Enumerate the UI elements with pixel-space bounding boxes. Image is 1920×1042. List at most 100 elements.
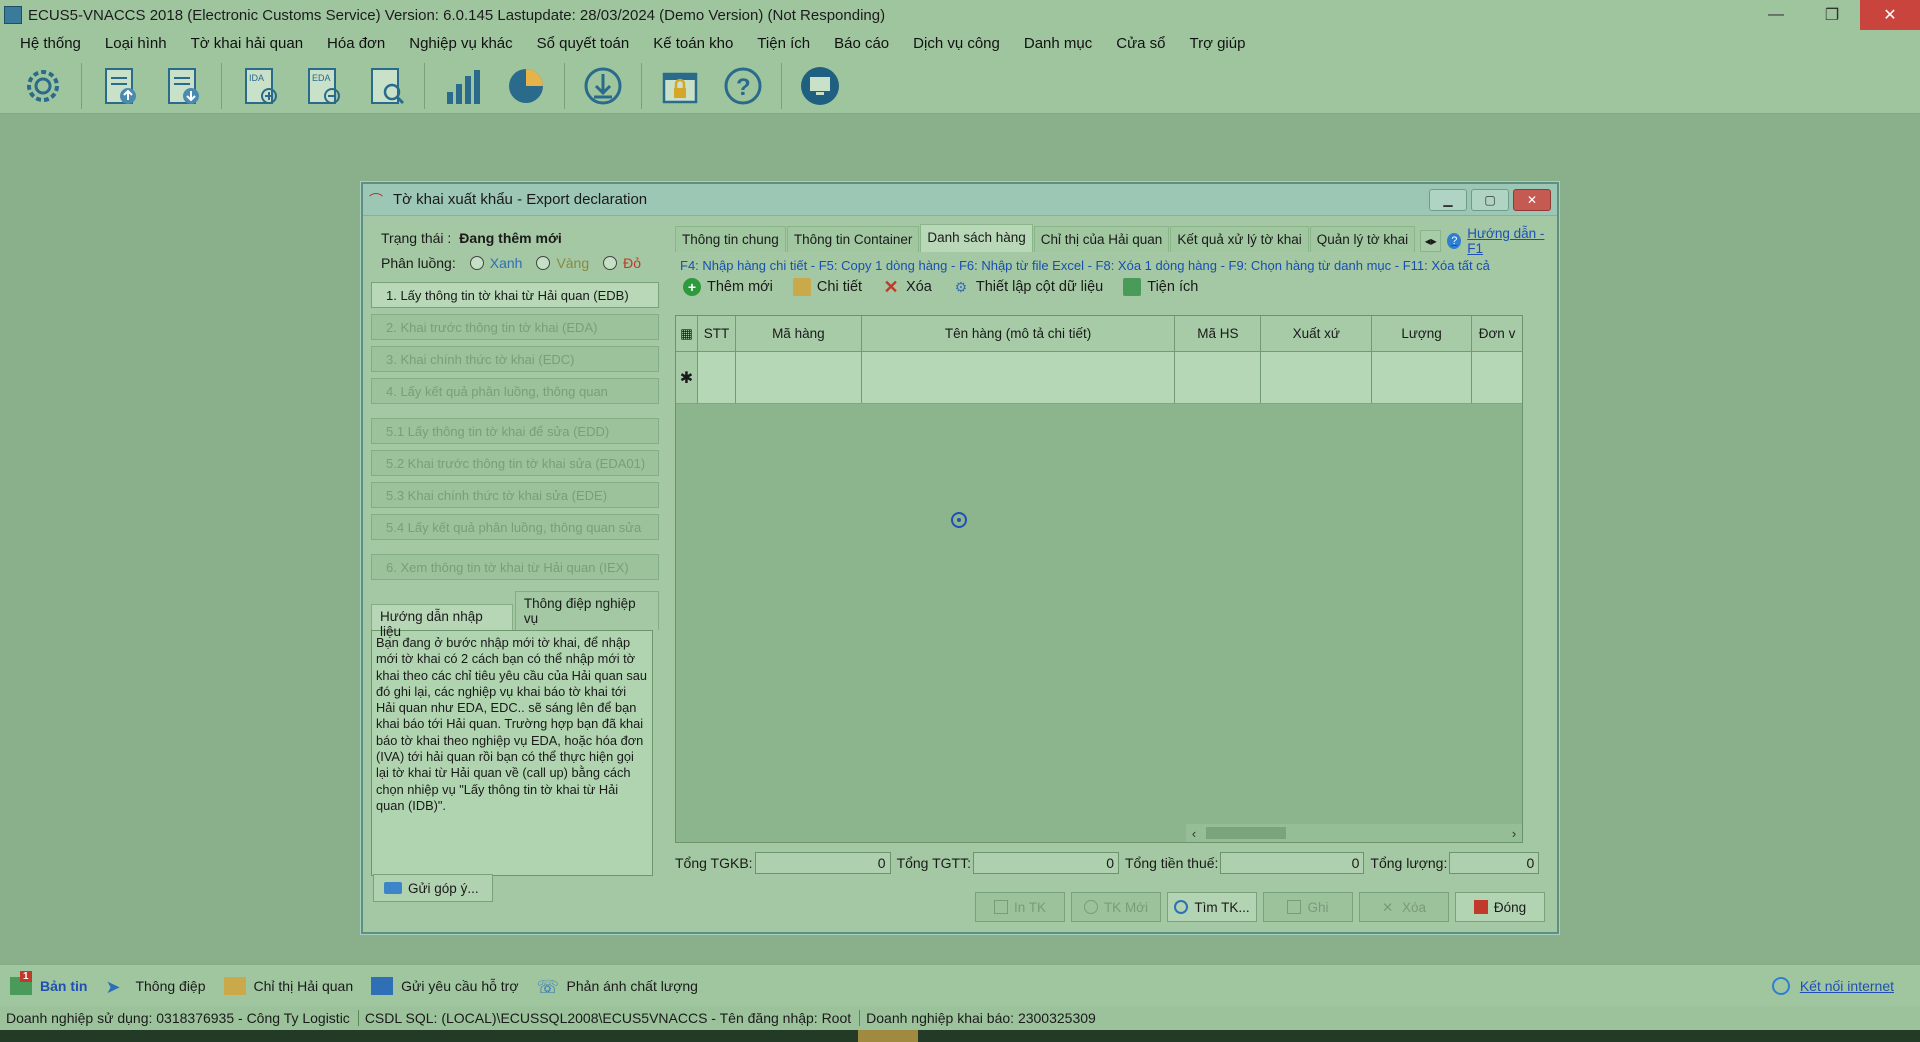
step-eda-button[interactable]: 2. Khai trước thông tin tờ khai (EDA) — [371, 314, 659, 340]
col-origin[interactable]: Xuất xứ — [1261, 316, 1373, 351]
detail-button[interactable]: Chi tiết — [792, 278, 862, 296]
messages-item[interactable]: ➤ Thông điệp — [105, 977, 205, 997]
lock-icon[interactable] — [655, 61, 705, 111]
step-edc-button[interactable]: 3. Khai chính thức tờ khai (EDC) — [371, 346, 659, 372]
scroll-right-icon[interactable]: › — [1506, 826, 1522, 841]
menu-tro-giup[interactable]: Trợ giúp — [1177, 30, 1257, 58]
tab-business-messages[interactable]: Thông điệp nghiệp vụ — [514, 591, 659, 630]
tab-input-guide[interactable]: Hướng dẫn nhập liệu — [371, 604, 513, 639]
add-new-button[interactable]: + Thêm mới — [683, 278, 773, 296]
menu-tien-ich[interactable]: Tiện ích — [745, 30, 822, 58]
help-icon[interactable]: ? — [718, 61, 768, 111]
import-declaration-icon[interactable] — [158, 61, 208, 111]
settings-icon[interactable] — [18, 61, 68, 111]
cell-item-name[interactable] — [861, 352, 1176, 403]
ida-icon[interactable]: IDA — [235, 61, 285, 111]
route-yellow-radio[interactable]: Vàng — [536, 255, 589, 271]
scroll-thumb[interactable] — [1206, 827, 1286, 839]
route-green-radio[interactable]: Xanh — [469, 255, 522, 271]
menu-hoa-don[interactable]: Hóa đơn — [315, 30, 397, 58]
print-declaration-button[interactable]: In TK — [975, 892, 1065, 922]
news-item[interactable]: 1 Bản tin — [10, 970, 88, 995]
taskbar-active-item[interactable] — [858, 1030, 918, 1042]
cell-origin[interactable] — [1261, 352, 1373, 403]
step-iex-button[interactable]: 6. Xem thông tin tờ khai từ Hải quan (IE… — [371, 554, 659, 580]
step-result-button[interactable]: 4. Lấy kết quả phân luồng, thông quan — [371, 378, 659, 404]
tab-customs-instructions[interactable]: Chỉ thị của Hải quan — [1033, 226, 1170, 252]
cell-stt[interactable] — [697, 352, 736, 403]
menu-nghiep-vu-khac[interactable]: Nghiệp vụ khác — [397, 30, 524, 58]
delete-declaration-button[interactable]: ✕ Xóa — [1359, 892, 1449, 922]
scroll-left-icon[interactable]: ‹ — [1186, 826, 1202, 841]
customs-instructions-item[interactable]: Chỉ thị Hải quan — [223, 976, 353, 995]
tab-goods-list[interactable]: Danh sách hàng — [920, 224, 1033, 252]
export-declaration-icon[interactable] — [95, 61, 145, 111]
bar-chart-icon[interactable] — [438, 61, 488, 111]
route-red-radio[interactable]: Đỏ — [603, 255, 641, 271]
remote-support-icon[interactable] — [795, 61, 845, 111]
menu-loai-hinh[interactable]: Loại hình — [93, 30, 179, 58]
total-qty-label: Tổng lượng: — [1370, 855, 1448, 871]
internet-label: Kết nối internet — [1799, 978, 1894, 994]
menu-dich-vu-cong[interactable]: Dịch vụ công — [901, 30, 1012, 58]
internet-connection-link[interactable]: Kết nối internet — [1771, 977, 1894, 995]
col-unit[interactable]: Đơn v — [1472, 316, 1522, 351]
tab-scroll-icon[interactable]: ◂▸ — [1420, 230, 1442, 252]
export-declaration-dialog: ⌒ Tờ khai xuất khẩu - Export declaration… — [361, 182, 1559, 934]
step-result-edit-button[interactable]: 5.4 Lấy kết quả phân luồng, thông quan s… — [371, 514, 659, 540]
menu-ke-toan-kho[interactable]: Kế toán kho — [641, 30, 745, 58]
utilities-button[interactable]: Tiện ích — [1123, 278, 1198, 296]
support-request-label: Gửi yêu cầu hỗ trợ — [401, 977, 519, 994]
col-item-code[interactable]: Mã hàng — [736, 316, 862, 351]
menu-danh-muc[interactable]: Danh mục — [1012, 30, 1104, 58]
col-quantity[interactable]: Lượng — [1372, 316, 1473, 351]
total-tgkb-value: 0 — [754, 852, 891, 874]
step-eda01-button[interactable]: 5.2 Khai trước thông tin tờ khai sửa (ED… — [371, 450, 659, 476]
excel-icon[interactable]: ▦ — [676, 316, 698, 351]
delete-row-button[interactable]: ✕ Xóa — [882, 277, 932, 297]
tab-processing-results[interactable]: Kết quả xử lý tờ khai — [1170, 226, 1309, 252]
menu-he-thong[interactable]: Hệ thống — [8, 30, 93, 58]
pie-chart-icon[interactable] — [501, 61, 551, 111]
menu-to-khai-hai-quan[interactable]: Tờ khai hải quan — [179, 30, 315, 58]
col-stt[interactable]: STT — [698, 316, 736, 351]
delete-decl-label: Xóa — [1401, 899, 1427, 915]
eda-icon[interactable]: EDA — [298, 61, 348, 111]
horizontal-scrollbar[interactable]: ‹ › — [1186, 824, 1522, 842]
cell-unit[interactable] — [1472, 352, 1522, 403]
dialog-maximize-button[interactable]: ▢ — [1471, 189, 1509, 211]
tab-declaration-management[interactable]: Quản lý tờ khai — [1309, 226, 1416, 252]
new-declaration-button[interactable]: TK Mới — [1071, 892, 1161, 922]
download-icon[interactable] — [578, 61, 628, 111]
dialog-minimize-button[interactable]: ▁ — [1429, 189, 1467, 211]
col-hs-code[interactable]: Mã HS — [1175, 316, 1262, 351]
save-button[interactable]: Ghi — [1263, 892, 1353, 922]
news-label: Bản tin — [40, 977, 88, 994]
table-row[interactable]: ✱ — [676, 352, 1522, 404]
quality-feedback-item[interactable]: ☏ Phản ánh chất lượng — [537, 977, 698, 997]
col-item-name[interactable]: Tên hàng (mô tả chi tiết) — [862, 316, 1176, 351]
menu-bao-cao[interactable]: Báo cáo — [822, 30, 901, 58]
find-declaration-button[interactable]: Tìm TK... — [1167, 892, 1257, 922]
cell-item-code[interactable] — [735, 352, 862, 403]
menu-so-quyet-toan[interactable]: Sổ quyết toán — [525, 30, 642, 58]
step-ede-button[interactable]: 5.3 Khai chính thức tờ khai sửa (EDE) — [371, 482, 659, 508]
feedback-button[interactable]: Gửi góp ý... — [373, 874, 493, 902]
minimize-button[interactable]: — — [1748, 0, 1804, 30]
support-request-item[interactable]: Gửi yêu cầu hỗ trợ — [371, 976, 519, 995]
cell-hs-code[interactable] — [1175, 352, 1262, 403]
menu-cua-so[interactable]: Cửa sổ — [1104, 30, 1177, 58]
maximize-button[interactable]: ❐ — [1804, 0, 1860, 30]
tab-container-info[interactable]: Thông tin Container — [786, 226, 920, 252]
dialog-close-button[interactable]: ✕ — [1513, 189, 1551, 211]
tab-general-info[interactable]: Thông tin chung — [675, 226, 786, 252]
cell-quantity[interactable] — [1372, 352, 1473, 403]
search-document-icon[interactable] — [361, 61, 411, 111]
column-setup-button[interactable]: ⚙ Thiết lập cột dữ liệu — [952, 278, 1104, 296]
step-edd-button[interactable]: 5.1 Lấy thông tin tờ khai để sửa (EDD) — [371, 418, 659, 444]
svg-text:EDA: EDA — [312, 73, 331, 83]
help-link[interactable]: ? Hướng dẫn - F1 — [1447, 226, 1551, 256]
close-button[interactable]: ✕ — [1860, 0, 1920, 30]
step-edb-button[interactable]: 1. Lấy thông tin tờ khai từ Hải quan (ED… — [371, 282, 659, 308]
close-dialog-button[interactable]: Đóng — [1455, 892, 1545, 922]
